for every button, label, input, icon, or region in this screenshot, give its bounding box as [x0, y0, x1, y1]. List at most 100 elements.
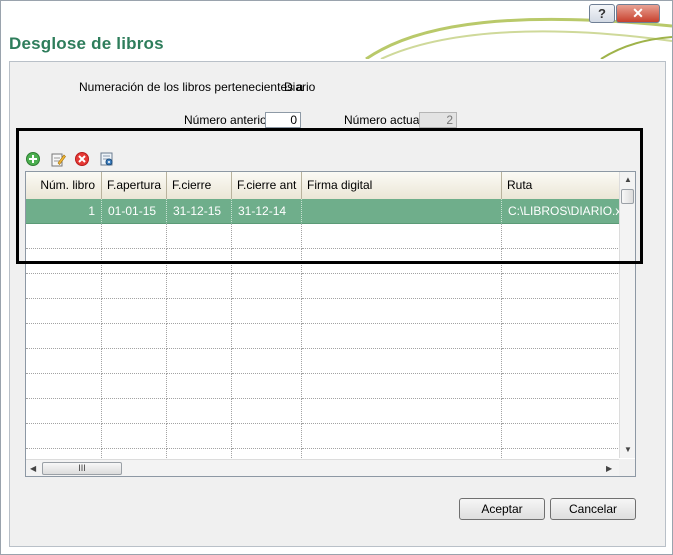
- empty-cell: [502, 249, 622, 274]
- empty-cell: [232, 274, 302, 299]
- empty-cell: [302, 299, 502, 324]
- scroll-up-arrow-icon[interactable]: ▲: [624, 175, 632, 184]
- empty-cell: [232, 349, 302, 374]
- empty-cell: [302, 274, 502, 299]
- empty-cell: [502, 224, 622, 249]
- column-header[interactable]: F.cierre ant: [232, 172, 302, 199]
- table-cell: 31-12-14: [232, 199, 302, 224]
- column-header[interactable]: F.apertura: [102, 172, 167, 199]
- empty-cell: [502, 274, 622, 299]
- empty-row: [26, 249, 622, 274]
- column-header[interactable]: Ruta: [502, 172, 622, 199]
- scroll-left-arrow-icon[interactable]: ◀: [30, 464, 36, 473]
- empty-cell: [167, 299, 232, 324]
- empty-cell: [232, 424, 302, 449]
- empty-cell: [302, 424, 502, 449]
- empty-row: [26, 324, 622, 349]
- empty-cell: [102, 274, 167, 299]
- empty-cell: [502, 299, 622, 324]
- empty-cell: [102, 424, 167, 449]
- cancel-button[interactable]: Cancelar: [550, 498, 636, 520]
- empty-cell: [232, 399, 302, 424]
- empty-cell: [167, 224, 232, 249]
- accept-button[interactable]: Aceptar: [459, 498, 545, 520]
- empty-row: [26, 299, 622, 324]
- empty-cell: [102, 249, 167, 274]
- empty-row: [26, 349, 622, 374]
- horizontal-scrollbar[interactable]: ◀ III ▶: [26, 459, 619, 476]
- empty-cell: [26, 399, 102, 424]
- empty-cell: [102, 324, 167, 349]
- empty-cell: [102, 399, 167, 424]
- column-header[interactable]: Núm. libro: [26, 172, 102, 199]
- empty-cell: [502, 349, 622, 374]
- empty-cell: [26, 374, 102, 399]
- empty-cell: [502, 424, 622, 449]
- grid-header: Núm. libro F.apertura F.cierre F.cierre …: [26, 172, 622, 200]
- column-header[interactable]: Firma digital: [302, 172, 502, 199]
- horizontal-scroll-thumb[interactable]: III: [42, 462, 122, 475]
- close-button[interactable]: ✕: [616, 4, 660, 23]
- empty-cell: [302, 349, 502, 374]
- empty-cell: [232, 249, 302, 274]
- current-number-field: 2: [419, 112, 457, 128]
- empty-cell: [102, 224, 167, 249]
- column-header[interactable]: F.cierre: [167, 172, 232, 199]
- empty-row: [26, 224, 622, 249]
- dialog-window: Desglose de libros ? ✕ Numeración de los…: [0, 0, 673, 555]
- empty-cell: [302, 374, 502, 399]
- empty-cell: [232, 299, 302, 324]
- table-row[interactable]: 1 01-01-15 31-12-15 31-12-14 C:\LIBROS\D…: [26, 199, 622, 224]
- table-cell: [302, 199, 502, 224]
- empty-cell: [102, 374, 167, 399]
- delete-icon[interactable]: [74, 151, 90, 167]
- empty-cell: [167, 324, 232, 349]
- empty-cell: [102, 349, 167, 374]
- empty-cell: [502, 399, 622, 424]
- empty-cell: [26, 274, 102, 299]
- view-icon[interactable]: [99, 151, 115, 167]
- books-grid: Núm. libro F.apertura F.cierre F.cierre …: [25, 171, 636, 477]
- empty-cell: [302, 324, 502, 349]
- empty-cell: [102, 299, 167, 324]
- empty-cell: [167, 424, 232, 449]
- edit-icon[interactable]: [50, 151, 66, 167]
- empty-row: [26, 274, 622, 299]
- table-cell: 1: [26, 199, 102, 224]
- empty-cell: [232, 224, 302, 249]
- add-icon[interactable]: [25, 151, 41, 167]
- previous-number-field[interactable]: 0: [265, 112, 301, 128]
- table-cell: 01-01-15: [102, 199, 167, 224]
- empty-cell: [26, 299, 102, 324]
- empty-cell: [167, 249, 232, 274]
- empty-cell: [167, 274, 232, 299]
- title-area: Desglose de libros ? ✕: [1, 1, 672, 59]
- vertical-scroll-thumb[interactable]: [621, 189, 634, 204]
- empty-cell: [232, 374, 302, 399]
- empty-cell: [26, 224, 102, 249]
- empty-cell: [26, 349, 102, 374]
- empty-cell: [26, 249, 102, 274]
- empty-cell: [232, 324, 302, 349]
- empty-cell: [167, 399, 232, 424]
- empty-cell: [26, 424, 102, 449]
- current-number-label: Número actual: [344, 113, 423, 127]
- empty-row: [26, 399, 622, 424]
- scrollbar-corner: [619, 459, 635, 476]
- empty-cell: [302, 224, 502, 249]
- table-cell: 31-12-15: [167, 199, 232, 224]
- empty-cell: [502, 324, 622, 349]
- empty-cell: [302, 249, 502, 274]
- empty-cell: [502, 374, 622, 399]
- book-name: Diario: [284, 80, 316, 94]
- table-cell: C:\LIBROS\DIARIO.xls: [502, 199, 622, 224]
- empty-cell: [26, 324, 102, 349]
- empty-row: [26, 424, 622, 449]
- empty-cell: [167, 374, 232, 399]
- empty-cell: [302, 399, 502, 424]
- scroll-down-arrow-icon[interactable]: ▼: [624, 445, 632, 454]
- help-button[interactable]: ?: [589, 4, 615, 23]
- scroll-right-arrow-icon[interactable]: ▶: [606, 464, 612, 473]
- vertical-scrollbar[interactable]: ▲ ▼: [619, 172, 635, 458]
- description-label: Numeración de los libros pertenecientes …: [79, 80, 304, 94]
